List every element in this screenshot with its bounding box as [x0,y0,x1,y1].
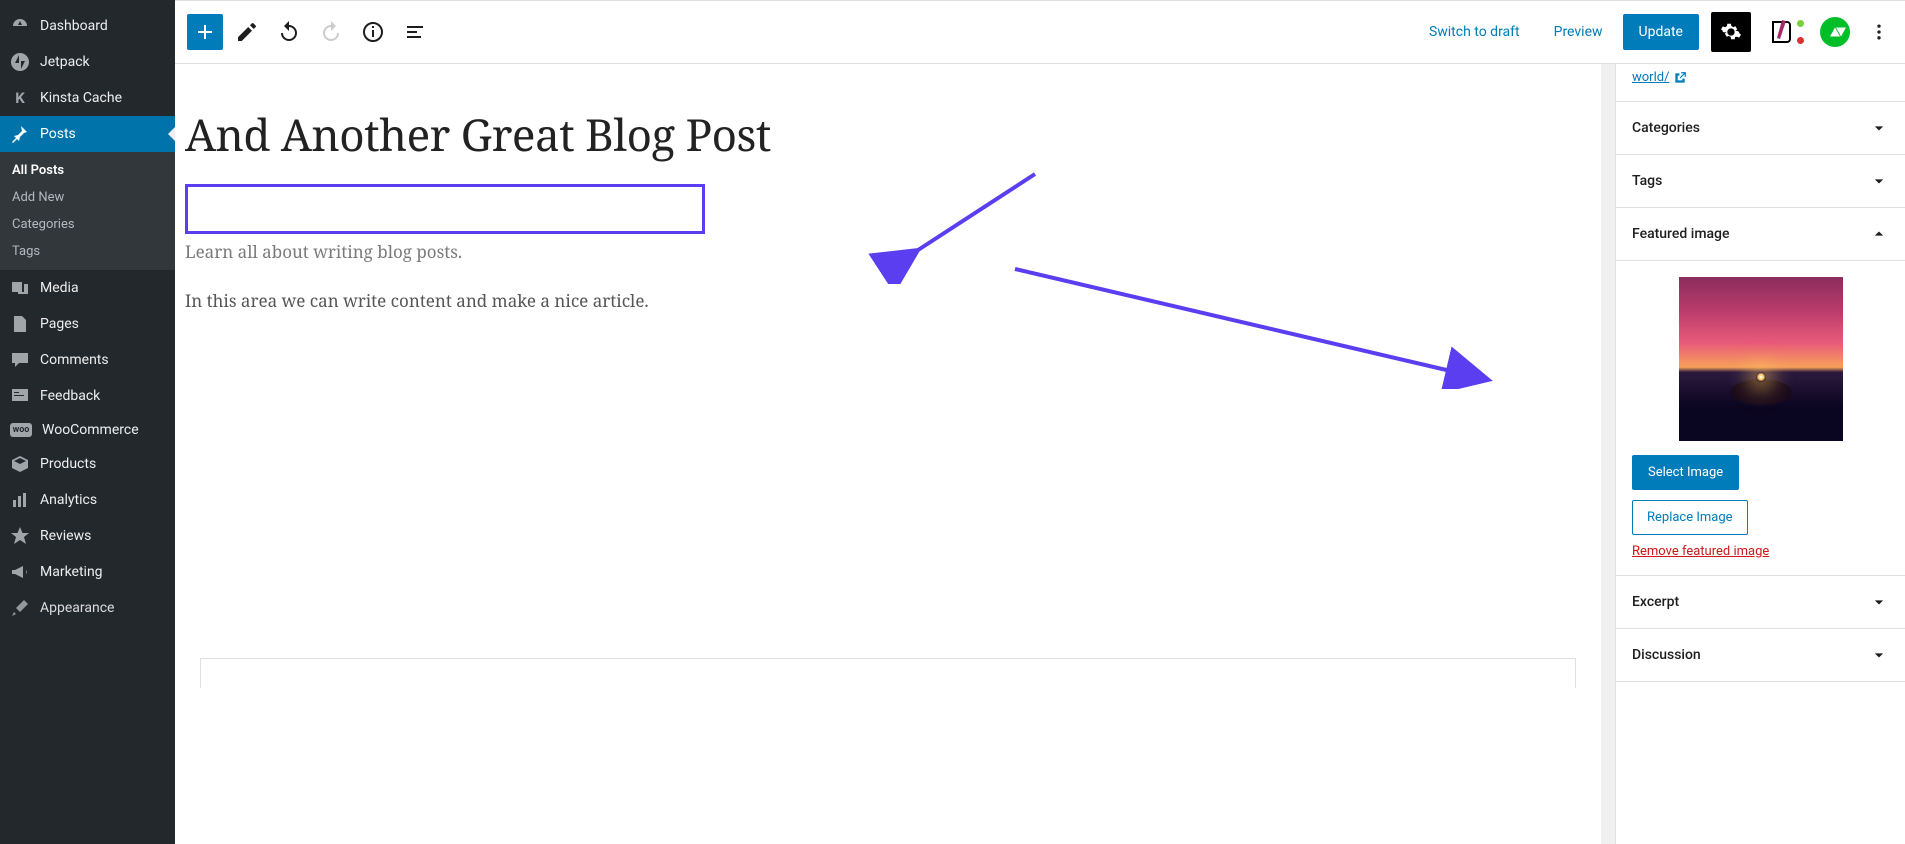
sidebar-item-media[interactable]: Media [0,270,175,306]
sidebar-item-analytics[interactable]: Analytics [0,482,175,518]
sidebar-label: Comments [40,352,109,368]
sidebar-item-posts[interactable]: Posts [0,116,175,152]
sidebar-item-products[interactable]: Products [0,446,175,482]
gauge-icon [10,16,30,36]
sidebar-label: Products [40,456,96,472]
sidebar-item-dashboard[interactable]: Dashboard [0,8,175,44]
panel-excerpt[interactable]: Excerpt [1616,576,1905,629]
panel-label: Featured image [1632,226,1730,242]
panel-discussion[interactable]: Discussion [1616,629,1905,682]
sidebar-item-kinsta[interactable]: K Kinsta Cache [0,80,175,116]
feedback-icon [10,386,30,406]
settings-sidebar: world/ Categories Tags Featured image [1615,64,1905,844]
woocommerce-icon: woo [10,423,32,437]
sidebar-label: Kinsta Cache [40,90,122,106]
editor-topbar: Switch to draft Preview Update [175,0,1905,64]
sidebar-label: Posts [40,126,76,142]
panel-label: Excerpt [1632,594,1679,610]
annotation-highlight-box [185,184,705,234]
panel-featured-image-body: Select Image Replace Image Remove featur… [1616,261,1905,576]
sidebar-item-marketing[interactable]: Marketing [0,554,175,590]
post-paragraph[interactable]: In this area we can write content and ma… [185,289,1215,312]
external-link-icon [1673,71,1687,85]
jetpack-icon [10,52,30,72]
edit-mode-button[interactable] [229,14,265,50]
info-button[interactable] [355,14,391,50]
chevron-up-icon [1869,224,1889,244]
sidebar-submenu-posts: All Posts Add New Categories Tags [0,152,175,270]
chevron-down-icon [1869,592,1889,612]
panel-label: Discussion [1632,647,1701,663]
pin-icon [10,124,30,144]
switch-to-draft-link[interactable]: Switch to draft [1415,14,1534,50]
sidebar-label: Jetpack [40,54,90,70]
sidebar-label: Dashboard [40,18,108,34]
permalink-fragment: world/ [1616,64,1905,102]
sidebar-label: WooCommerce [42,422,139,438]
panel-label: Tags [1632,173,1662,189]
sidebar-sub-add-new[interactable]: Add New [0,184,175,211]
bars-icon [10,490,30,510]
panel-tags[interactable]: Tags [1616,155,1905,208]
select-image-button[interactable]: Select Image [1632,455,1739,490]
outline-button[interactable] [397,14,433,50]
chevron-down-icon [1869,645,1889,665]
chevron-down-icon [1869,171,1889,191]
redo-button[interactable] [313,14,349,50]
editor-footer-bar [200,658,1576,688]
media-icon [10,278,30,298]
panel-label: Categories [1632,120,1700,136]
annotation-arrow-icon [705,164,1045,284]
admin-sidebar: Dashboard Jetpack K Kinsta Cache Posts A… [0,0,175,844]
megaphone-icon [10,562,30,582]
post-title[interactable]: And Another Great Blog Post [185,74,1215,174]
panel-featured-image-header[interactable]: Featured image [1616,208,1905,261]
add-block-button[interactable] [187,14,223,50]
preview-link[interactable]: Preview [1540,14,1617,50]
permalink-link[interactable]: world/ [1632,70,1687,85]
undo-button[interactable] [271,14,307,50]
sidebar-label: Feedback [40,388,100,404]
sidebar-label: Appearance [40,600,114,616]
sidebar-sub-categories[interactable]: Categories [0,211,175,238]
settings-button[interactable] [1711,12,1751,52]
sidebar-label: Marketing [40,564,103,580]
yoast-button[interactable] [1763,12,1803,52]
sidebar-item-pages[interactable]: Pages [0,306,175,342]
sidebar-item-appearance[interactable]: Appearance [0,590,175,626]
kinsta-icon: K [10,88,30,108]
page-icon [10,314,30,334]
jetpack-button[interactable] [1815,12,1855,52]
sidebar-sub-all-posts[interactable]: All Posts [0,157,175,184]
remove-featured-image-link[interactable]: Remove featured image [1632,544,1769,559]
sidebar-item-jetpack[interactable]: Jetpack [0,44,175,80]
star-icon [10,526,30,546]
featured-image-thumbnail[interactable] [1679,277,1843,441]
post-paragraph[interactable]: Learn all about writing blog posts. [185,240,1215,263]
editor-scrollbar[interactable] [1601,64,1615,844]
yoast-icon [1769,18,1797,46]
sidebar-label: Reviews [40,528,91,544]
sidebar-item-woocommerce[interactable]: woo WooCommerce [0,414,175,446]
panel-categories[interactable]: Categories [1616,102,1905,155]
sidebar-label: Analytics [40,492,97,508]
sidebar-sub-tags[interactable]: Tags [0,238,175,265]
permalink-text: world/ [1632,70,1669,85]
box-icon [10,454,30,474]
sidebar-item-reviews[interactable]: Reviews [0,518,175,554]
comment-icon [10,350,30,370]
update-button[interactable]: Update [1623,14,1699,50]
editor-area[interactable]: And Another Great Blog Post Learn all ab… [175,64,1601,844]
sidebar-item-feedback[interactable]: Feedback [0,378,175,414]
replace-image-button[interactable]: Replace Image [1632,500,1748,535]
sidebar-label: Media [40,280,79,296]
sidebar-item-comments[interactable]: Comments [0,342,175,378]
brush-icon [10,598,30,618]
chevron-down-icon [1869,118,1889,138]
annotation-arrow-icon [1005,259,1495,389]
sidebar-label: Pages [40,316,79,332]
more-button[interactable] [1861,14,1897,50]
jetpack-circle-icon [1820,17,1850,47]
